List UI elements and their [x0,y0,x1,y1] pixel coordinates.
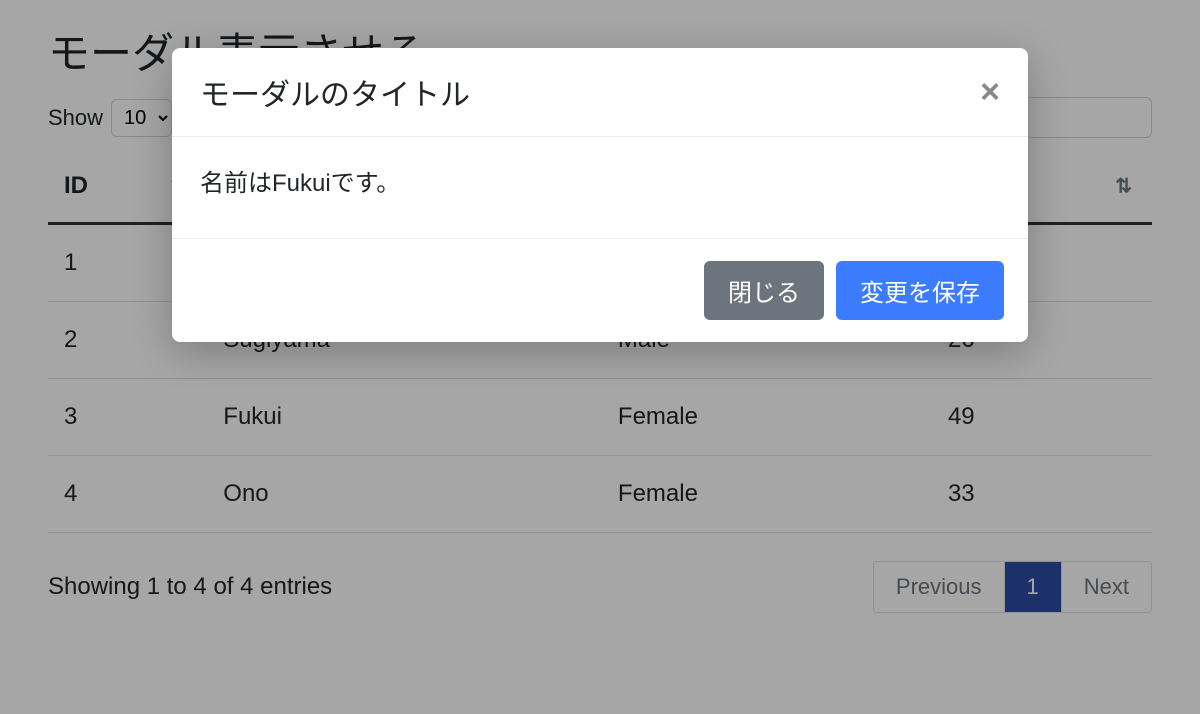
close-button[interactable]: 閉じる [704,261,824,320]
modal-dialog: モーダルのタイトル × 名前はFukuiです。 閉じる 変更を保存 [172,48,1028,342]
close-icon[interactable]: × [980,75,1000,109]
modal-backdrop[interactable]: モーダルのタイトル × 名前はFukuiです。 閉じる 変更を保存 [0,0,1200,714]
modal-title: モーダルのタイトル [200,70,470,114]
modal-body: 名前はFukuiです。 [172,137,1028,239]
save-button[interactable]: 変更を保存 [836,261,1004,320]
